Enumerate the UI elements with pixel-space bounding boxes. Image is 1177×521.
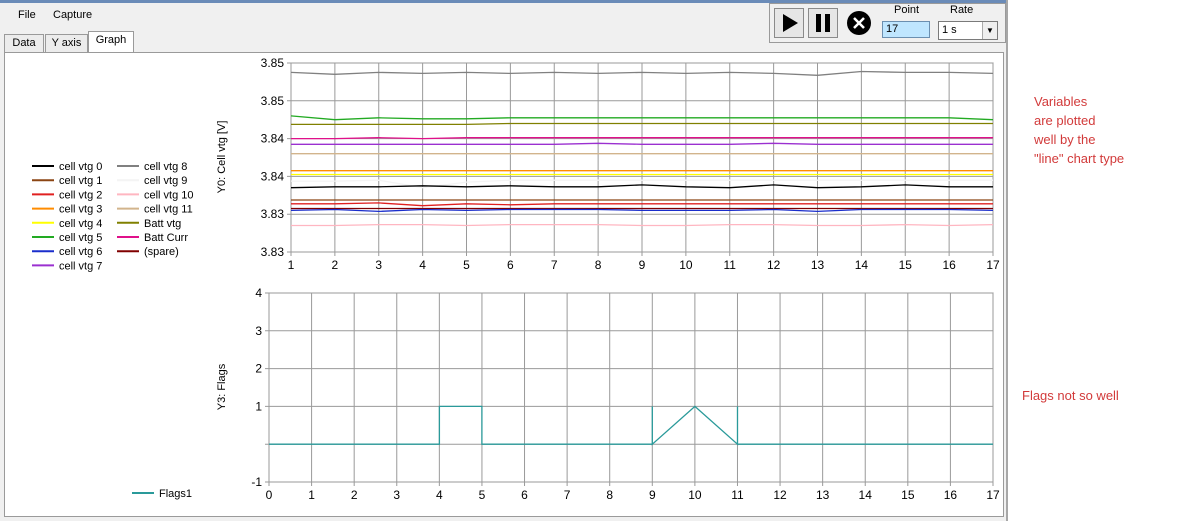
point-label: Point [894, 4, 920, 16]
x-tick-label: 1 [308, 488, 315, 502]
legend: cell vtg 0 cell vtg 1 cell vtg 2 cell vtg 3… [32, 161, 194, 272]
app-window: File Capture Data Y axis Graph Point 17 … [0, 0, 1008, 521]
menu-file[interactable]: File [18, 9, 36, 21]
x-tick-label: 0 [266, 488, 273, 502]
x-tick-label: 7 [551, 258, 558, 272]
x-tick-label: 16 [944, 488, 958, 502]
annotation-top: Variables are plotted well by the "line"… [1034, 92, 1124, 168]
y-axis-label: Y3: Flags [216, 363, 228, 410]
tab-data[interactable]: Data [4, 34, 44, 53]
stop-icon [847, 11, 871, 35]
pause-button[interactable] [808, 8, 838, 38]
x-tick-label: 9 [649, 488, 656, 502]
y-axis-label: Y0: Cell vtg [V] [216, 121, 228, 194]
x-tick-label: 14 [855, 258, 869, 272]
x-tick-label: 15 [901, 488, 915, 502]
annotation-line: are plotted [1034, 113, 1096, 128]
annotation-line: well by the [1034, 132, 1096, 147]
legend-label: cell vtg 6 [59, 246, 102, 258]
x-tick-label: 7 [564, 488, 571, 502]
x-tick-label: 17 [986, 488, 1000, 502]
y-tick-label: 3 [255, 324, 262, 338]
x-tick-label: 12 [767, 258, 781, 272]
point-input[interactable]: 17 [882, 21, 930, 38]
pause-icon [816, 14, 830, 32]
x-tick-label: 3 [393, 488, 400, 502]
x-tick-label: 3 [375, 258, 382, 272]
y-tick-label: 3.84 [261, 132, 285, 146]
plot-area [268, 292, 994, 483]
legend-label: (spare) [144, 246, 179, 258]
x-tick-label: 5 [479, 488, 486, 502]
annotation-line: Variables [1034, 94, 1088, 109]
legend-label: cell vtg 2 [59, 189, 102, 201]
play-button[interactable] [774, 8, 804, 38]
legend-label: cell vtg 0 [59, 161, 102, 173]
rate-value: 1 s [942, 24, 957, 36]
legend-label: cell vtg 10 [144, 189, 194, 201]
x-tick-label: 13 [816, 488, 830, 502]
x-tick-label: 17 [986, 258, 1000, 272]
y-tick-label: 3.83 [261, 207, 285, 221]
y-tick-label: 3.85 [261, 94, 285, 108]
stop-button[interactable] [844, 9, 874, 39]
y-tick-label: 3.83 [261, 245, 285, 259]
x-tick-label: 12 [773, 488, 787, 502]
x-tick-label: 9 [639, 258, 646, 272]
annotation-line: "line" chart type [1034, 151, 1125, 166]
tab-graph[interactable]: Graph [88, 31, 134, 53]
x-tick-label: 5 [463, 258, 470, 272]
charts-area: cell vtg 0 cell vtg 1 cell vtg 2 cell vtg 3… [32, 56, 1000, 502]
flags-chart: 0 1 2 3 4 5 6 7 8 9 10 11 12 13 14 15 16 17-11234Y3: Flag… [216, 286, 1000, 502]
x-tick-label: 2 [332, 258, 339, 272]
legend-label: cell vtg 11 [144, 204, 193, 216]
legend-label: cell vtg 8 [144, 161, 187, 173]
chevron-down-icon[interactable]: ▼ [982, 22, 997, 39]
capture-toolbar: Point 17 Rate 1 s ▼ [769, 3, 1006, 43]
rate-label: Rate [950, 4, 974, 16]
legend-label: Flags1 [159, 488, 192, 500]
y-tick-label: -1 [251, 475, 262, 489]
x-tick-label: 6 [507, 258, 514, 272]
rate-select[interactable]: 1 s ▼ [938, 21, 998, 40]
y-tick-label: 3.85 [261, 56, 285, 70]
cell-voltage-chart: 1 2 3 4 5 6 7 8 9 10 11 12 13 14 15 16 173.833.833.843.8… [216, 56, 1000, 272]
x-tick-label: 14 [859, 488, 873, 502]
x-tick-label: 13 [811, 258, 825, 272]
legend-label: cell vtg 5 [59, 232, 102, 244]
legend-label: cell vtg 4 [59, 218, 102, 230]
x-tick-label: 15 [899, 258, 913, 272]
x-tick-label: 10 [679, 258, 693, 272]
x-tick-label: 11 [724, 258, 737, 272]
legend-label: cell vtg 9 [144, 175, 187, 187]
x-tick-label: 11 [731, 488, 744, 502]
annotation-bottom: Flags not so well [1022, 388, 1119, 403]
x-tick-label: 16 [942, 258, 956, 272]
x-tick-label: 4 [436, 488, 443, 502]
menu-capture[interactable]: Capture [53, 9, 92, 21]
play-icon [783, 14, 798, 32]
legend-label: Batt vtg [144, 218, 181, 230]
x-tick-label: 1 [288, 258, 295, 272]
tab-y-axis[interactable]: Y axis [45, 34, 88, 53]
y-tick-label: 1 [255, 399, 262, 413]
x-tick-label: 10 [688, 488, 702, 502]
y-tick-label: 3.84 [261, 169, 285, 183]
x-tick-label: 2 [351, 488, 358, 502]
x-tick-label: 8 [606, 488, 613, 502]
window-border [1006, 0, 1008, 521]
x-tick-label: 6 [521, 488, 528, 502]
x-tick-label: 8 [595, 258, 602, 272]
legend-label: Batt Curr [144, 232, 188, 244]
legend-label: cell vtg 7 [59, 260, 102, 272]
legend-label: cell vtg 1 [59, 175, 102, 187]
x-tick-label: 4 [419, 258, 426, 272]
flags-legend: Flags1 [132, 488, 192, 500]
legend-label: cell vtg 3 [59, 204, 102, 216]
y-tick-label: 4 [255, 286, 262, 300]
y-tick-label: 2 [255, 362, 262, 376]
